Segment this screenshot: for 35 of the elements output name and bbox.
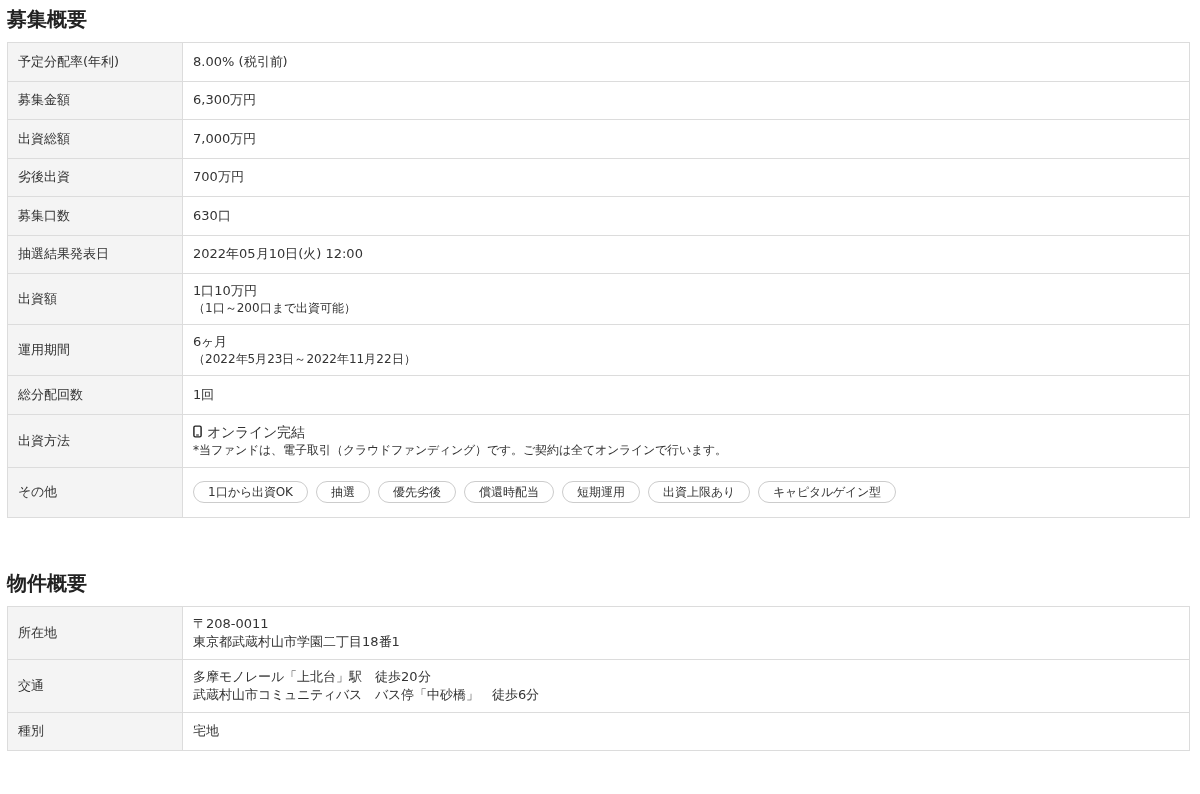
row-label: 交通 (8, 659, 183, 712)
row-value: 多摩モノレール「上北台」駅 徒歩20分 (193, 667, 432, 686)
section-title: 募集概要 (7, 6, 88, 33)
row-label: 出資方法 (8, 414, 183, 467)
row-value: 宅地 (193, 722, 220, 741)
row-label: 総分配回数 (8, 376, 183, 414)
row-label: 抽選結果発表日 (8, 235, 183, 273)
row-label: 運用期間 (8, 325, 183, 375)
row-note: （1口～200口まで出資可能） (193, 300, 357, 316)
row-label: 募集金額 (8, 81, 183, 119)
row-value: 武蔵村山市コミュニティバス バス停「中砂橋」 徒歩6分 (193, 685, 541, 704)
row-value: 6ヶ月 (193, 333, 229, 351)
row-note: *当ファンドは、電子取引（クラウドファンディング）です。ご契約は全てオンラインで行います。 (193, 441, 728, 459)
row-note: （2022年5月23日～2022年11月22日） (193, 351, 417, 367)
row-label: 予定分配率(年利) (8, 43, 183, 81)
row-label: 出資総額 (8, 120, 183, 158)
row-value: 700万円 (193, 168, 245, 187)
row-value: 7,000万円 (193, 129, 258, 148)
smartphone-icon (193, 425, 202, 438)
row-value: 2022年05月10日(火) 12:00 (193, 245, 364, 264)
row-label: 募集口数 (8, 197, 183, 235)
row-value: 東京都武蔵村山市学園二丁目18番1 (193, 632, 401, 651)
row-value: 1回 (193, 385, 216, 404)
row-value: オンライン完結 (207, 422, 305, 441)
row-value: 〒208-0011 (193, 614, 270, 633)
section-title: 物件概要 (7, 569, 88, 597)
row-value: 1口10万円 (193, 282, 258, 300)
row-label: 所在地 (8, 606, 183, 659)
row-value: 630口 (193, 206, 232, 225)
row-value: 6,300万円 (193, 91, 258, 110)
row-label: 種別 (8, 712, 183, 750)
row-label: 出資額 (8, 274, 183, 324)
row-label: 劣後出資 (8, 158, 183, 196)
row-value: 8.00% (税引前) (193, 52, 289, 71)
row-label: その他 (8, 467, 183, 517)
